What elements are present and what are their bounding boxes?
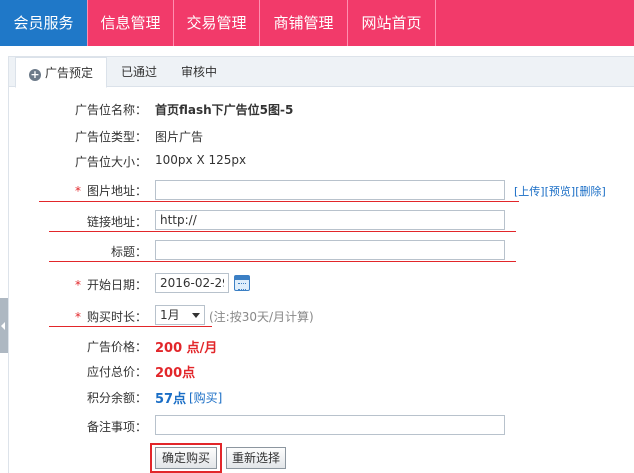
nav-member-service[interactable]: 会员服务: [0, 0, 88, 46]
nav-trade-management[interactable]: 交易管理: [174, 0, 260, 46]
required-mark: *: [74, 184, 81, 198]
plus-icon: +: [28, 68, 41, 81]
link-url-label: 链接地址：: [86, 215, 147, 229]
ad-size-label: 广告位大小：: [74, 155, 147, 169]
confirm-purchase-button[interactable]: 确定购买: [155, 447, 217, 469]
start-date-label: * 开始日期：: [75, 276, 147, 293]
duration-selected: 1月: [160, 308, 180, 322]
title-input[interactable]: [155, 240, 505, 260]
image-actions: [上传][预览][删除]: [514, 183, 606, 199]
total-value: 200点: [155, 366, 196, 381]
link-url-input[interactable]: [155, 210, 505, 230]
buy-points-link[interactable]: [购买]: [189, 389, 222, 406]
top-nav: 会员服务 信息管理 交易管理 商铺管理 网站首页: [0, 0, 634, 46]
tab-approved[interactable]: 已通过: [121, 57, 157, 87]
required-mark: *: [74, 310, 81, 324]
image-url-label-text: 图片地址：: [86, 184, 147, 198]
reselect-button[interactable]: 重新选择: [226, 447, 286, 469]
chevron-down-icon: [192, 313, 200, 318]
preview-link[interactable]: [预览]: [545, 185, 576, 198]
ad-type-value: 图片广告: [155, 130, 204, 144]
delete-link[interactable]: [删除]: [575, 185, 606, 198]
points-value: 57点: [155, 392, 187, 407]
start-date-label-text: 开始日期：: [86, 278, 147, 292]
total-label: 应付总价：: [86, 365, 147, 379]
red-underline: [49, 231, 516, 232]
tab-pending-review[interactable]: 审核中: [181, 57, 217, 87]
nav-shop-management[interactable]: 商铺管理: [260, 0, 348, 46]
duration-label: * 购买时长：: [75, 308, 147, 325]
sidebar-collapse-handle[interactable]: [0, 298, 8, 353]
required-mark: *: [74, 278, 81, 292]
upload-link[interactable]: [上传]: [514, 185, 545, 198]
nav-site-home[interactable]: 网站首页: [348, 0, 436, 46]
tab-label: 广告预定: [44, 66, 93, 80]
red-underline: [49, 326, 212, 327]
ad-name-label: 广告位名称：: [74, 103, 147, 117]
duration-label-text: 购买时长：: [86, 310, 147, 324]
tab-ad-booking[interactable]: + 广告预定: [15, 57, 107, 88]
start-date-input[interactable]: [155, 273, 229, 293]
nav-info-management[interactable]: 信息管理: [88, 0, 174, 46]
ad-name-value: 首页flash下广告位5图-5: [155, 103, 294, 117]
image-url-label: * 图片地址：: [75, 182, 147, 199]
remarks-label: 备注事项：: [86, 420, 147, 434]
ad-type-label: 广告位类型：: [74, 130, 147, 144]
ad-size-value: 100px X 125px: [155, 153, 247, 167]
duration-select[interactable]: 1月: [155, 305, 205, 325]
red-underline: [39, 201, 519, 202]
calendar-icon[interactable]: [234, 275, 250, 291]
image-url-input[interactable]: [155, 180, 505, 200]
duration-note: (注:按30天/月计算): [209, 310, 314, 324]
price-value: 200 点/月: [155, 341, 218, 356]
tab-bar: + 广告预定 已通过 审核中: [9, 57, 634, 88]
price-label: 广告价格：: [86, 340, 147, 354]
remarks-input[interactable]: [155, 415, 505, 435]
red-underline: [49, 261, 516, 262]
title-label: 标题：: [110, 245, 147, 259]
main-panel: + 广告预定 已通过 审核中 广告位名称： 首页flash下广告位5图-5 广告位…: [8, 56, 634, 473]
points-label: 积分余额：: [86, 391, 147, 405]
